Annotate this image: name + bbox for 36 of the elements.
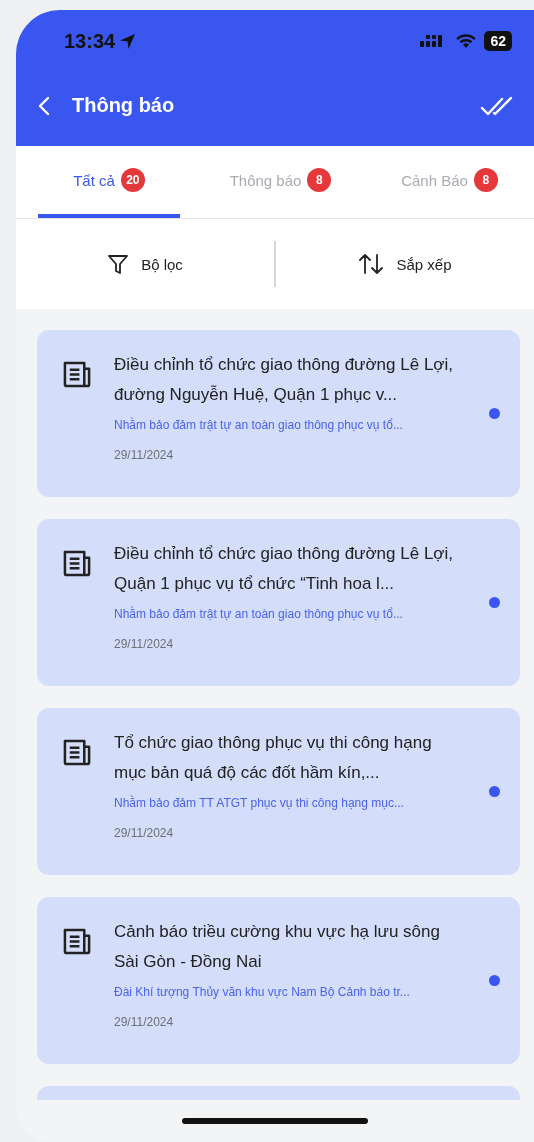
notification-summary: Đài Khí tượng Thủy văn khu vực Nam Bộ Cảnh báo tr... bbox=[114, 985, 411, 999]
newspaper-icon bbox=[62, 927, 93, 956]
count-badge: 20 bbox=[120, 168, 145, 192]
tab[interactable]: Thông báo 8 bbox=[200, 146, 361, 218]
mark-all-read-button[interactable] bbox=[480, 94, 514, 117]
status-time: 13:34 bbox=[64, 29, 116, 53]
notification-date: 29/11/2024 bbox=[114, 637, 175, 651]
notification-summary: Nhằm bảo đảm trật tự an toàn giao thông phục vụ tổ... bbox=[114, 607, 404, 621]
newspaper-icon bbox=[62, 738, 93, 767]
tab[interactable]: Cảnh Báo 8 bbox=[369, 146, 530, 218]
wifi-icon bbox=[456, 33, 477, 49]
back-button[interactable] bbox=[38, 95, 50, 116]
location-arrow-icon bbox=[119, 32, 137, 50]
sort-button[interactable]: Sắp xếp bbox=[276, 241, 534, 287]
notification-title: Tổ chức giao thông phục vụ thi công hạng mục bản quá độ các đốt hầm kín,... bbox=[114, 732, 433, 784]
notification-summary: Nhằm bảo đảm TT ATGT phục vụ thi công hạng mục... bbox=[114, 796, 405, 810]
filter-icon bbox=[107, 253, 130, 275]
notification-card[interactable]: Điều chỉnh tổ chức giao thông đường Lê Lợi, Quận 1 phục vụ tổ chức “Tinh hoa l... Nhằm bảo đảm trật tự an toàn giao thông phục vụ tổ... 29/11/2024 bbox=[37, 519, 520, 686]
battery-indicator: 62 bbox=[484, 31, 512, 51]
notification-title: Điều chỉnh tổ chức giao thông đường Lê Lợi, Quận 1 phục vụ tổ chức “Tinh hoa l... bbox=[114, 543, 454, 595]
notification-date: 29/11/2024 bbox=[114, 826, 175, 840]
notification-title: Điều chỉnh tổ chức giao thông đường Lê Lợi, đường Nguyễn Huệ, Quận 1 phục v... bbox=[114, 354, 454, 406]
notification-title: Cảnh báo triều cường khu vực hạ lưu sông Sài Gòn - Đồng Nai bbox=[114, 921, 441, 973]
sort-icon bbox=[358, 253, 385, 275]
notification-card[interactable]: Cảnh báo triều cường khu vực hạ lưu sông Sài Gòn - Đồng Nai Đài Khí tượng Thủy văn khu vực Nam Bộ Cảnh báo tr... 29/11/2024 bbox=[37, 897, 520, 1064]
notification-card[interactable]: Điều chỉnh tổ chức giao thông đường Lê Lợi, đường Nguyễn Huệ, Quận 1 phục v... Nhằm bảo đảm trật tự an toàn giao thông phục vụ tổ... 29/11/2024 bbox=[37, 330, 520, 497]
count-badge: 8 bbox=[307, 168, 332, 192]
newspaper-icon bbox=[62, 549, 93, 578]
newspaper-icon bbox=[62, 360, 93, 389]
notification-summary: Nhằm bảo đảm trật tự an toàn giao thông phục vụ tổ... bbox=[114, 418, 404, 432]
notification-date: 29/11/2024 bbox=[114, 448, 175, 462]
notification-card[interactable]: Tổ chức giao thông phục vụ thi công hạng mục bản quá độ các đốt hầm kín,... Nhằm bảo đảm TT ATGT phục vụ thi công hạng mục... 29/11/2024 bbox=[37, 708, 520, 875]
filter-button[interactable]: Bộ lọc bbox=[16, 241, 274, 287]
page-title: Thông báo bbox=[72, 94, 175, 117]
count-badge: 8 bbox=[473, 168, 498, 192]
notification-date: 29/11/2024 bbox=[114, 1015, 175, 1029]
